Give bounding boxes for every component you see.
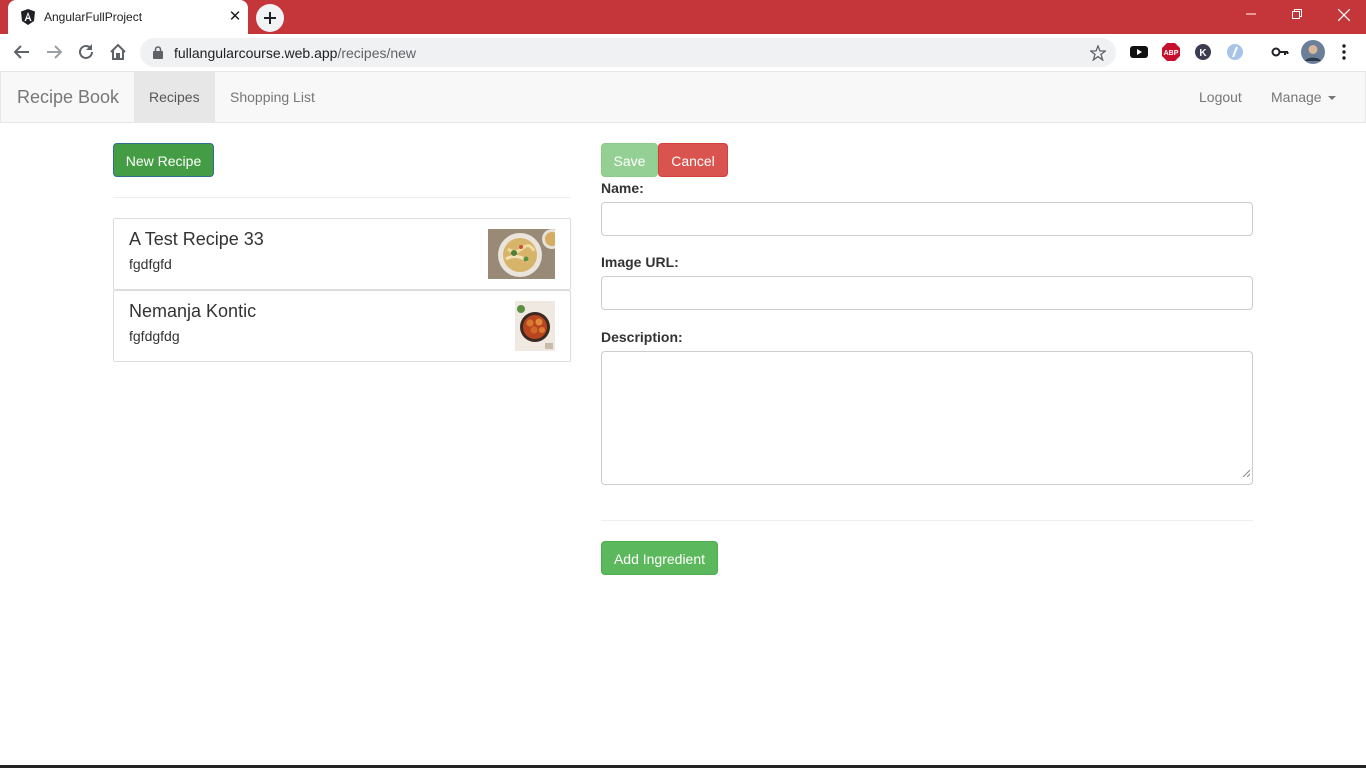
name-input[interactable]	[601, 202, 1253, 236]
adblock-plus-icon[interactable]: ABP	[1161, 42, 1181, 62]
forward-button[interactable]	[42, 40, 66, 64]
nav-logout[interactable]: Logout	[1184, 72, 1257, 122]
save-button[interactable]: Save	[601, 143, 658, 177]
bookmark-star-icon[interactable]	[1088, 44, 1108, 66]
nav-shopping-list[interactable]: Shopping List	[215, 72, 330, 122]
new-tab-button[interactable]	[256, 4, 284, 32]
recipe-list-item[interactable]: Nemanja Kontic fgfdgfdg	[113, 290, 571, 362]
cancel-button[interactable]: Cancel	[658, 143, 728, 177]
lock-icon	[153, 46, 163, 64]
close-tab-icon[interactable]: ✕	[226, 8, 244, 26]
description-label: Description:	[601, 329, 683, 345]
resize-handle-icon[interactable]	[1242, 464, 1251, 482]
home-button[interactable]	[106, 40, 130, 64]
name-label: Name:	[601, 180, 644, 196]
angular-logo-icon	[20, 9, 36, 25]
list-divider	[113, 197, 571, 198]
restore-icon	[1292, 9, 1302, 19]
add-ingredient-button[interactable]: Add Ingredient	[601, 541, 718, 575]
profile-avatar[interactable]	[1301, 40, 1325, 64]
chrome-menu-icon[interactable]	[1334, 42, 1354, 62]
recipe-list-item[interactable]: A Test Recipe 33 fgdfgfd	[113, 218, 571, 290]
back-button[interactable]	[10, 40, 34, 64]
close-icon	[1338, 9, 1350, 21]
image-url-label: Image URL:	[601, 254, 679, 270]
recipe-description: fgdfgfd	[129, 256, 172, 272]
translate-extension-icon[interactable]	[1225, 42, 1245, 62]
arrow-left-icon	[13, 45, 29, 59]
home-icon	[110, 43, 126, 60]
description-textarea[interactable]	[601, 351, 1253, 485]
browser-tabstrip: AngularFullProject ✕	[0, 0, 1366, 34]
manage-label: Manage	[1271, 89, 1322, 105]
reload-icon	[79, 44, 93, 59]
recipe-name: Nemanja Kontic	[129, 301, 257, 321]
plus-icon	[264, 12, 276, 24]
image-url-input[interactable]	[601, 276, 1253, 310]
restore-button[interactable]	[1274, 0, 1320, 30]
svg-text:K: K	[1199, 48, 1207, 59]
youtube-extension-icon[interactable]	[1129, 42, 1149, 62]
nav-manage-dropdown[interactable]: Manage	[1256, 72, 1351, 122]
caret-down-icon	[1327, 96, 1336, 101]
nav-recipes[interactable]: Recipes	[134, 72, 215, 122]
pasta-bowl-photo-icon	[488, 229, 555, 279]
recipe-description: fgfdgfdg	[129, 328, 180, 344]
svg-text:ABP: ABP	[1164, 50, 1179, 57]
key-icon[interactable]	[1270, 42, 1290, 62]
form-divider	[601, 520, 1253, 521]
meatballs-pan-photo-icon	[515, 301, 555, 351]
browser-tab[interactable]: AngularFullProject ✕	[8, 0, 248, 34]
navbar-brand[interactable]: Recipe Book	[17, 87, 119, 108]
reload-button[interactable]	[74, 40, 98, 64]
new-recipe-button[interactable]: New Recipe	[113, 143, 214, 177]
close-window-button[interactable]	[1320, 0, 1366, 30]
recipe-name: A Test Recipe 33	[129, 229, 264, 249]
app-navbar: Recipe Book Recipes Shopping List Logout…	[0, 71, 1366, 123]
minimize-button[interactable]	[1228, 0, 1274, 30]
address-bar[interactable]: fullangularcourse.web.app/recipes/new	[140, 38, 1116, 67]
k-extension-icon[interactable]: K	[1193, 42, 1213, 62]
tab-title: AngularFullProject	[44, 10, 143, 24]
arrow-right-icon	[47, 45, 63, 59]
url-text: fullangularcourse.web.app/recipes/new	[174, 45, 417, 61]
minimize-icon	[1246, 13, 1256, 15]
